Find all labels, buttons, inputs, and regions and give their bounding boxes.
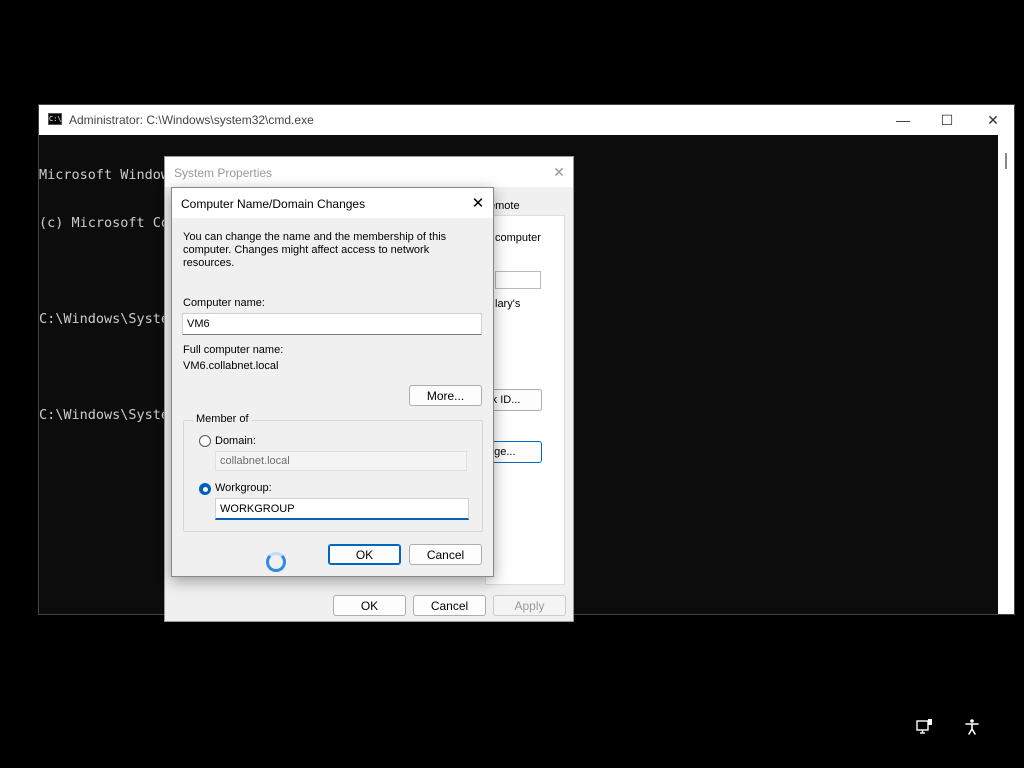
maximize-button[interactable]: ☐ (924, 105, 970, 135)
close-button[interactable]: ✕ (970, 105, 1016, 135)
system-properties-titlebar[interactable]: System Properties ✕ (165, 157, 573, 187)
computer-name-dialog: Computer Name/Domain Changes ✕ You can c… (171, 187, 494, 577)
domain-radio[interactable] (199, 435, 211, 447)
computer-description-field[interactable] (495, 271, 541, 289)
workgroup-label[interactable]: Workgroup: (215, 482, 272, 494)
workgroup-input[interactable]: WORKGROUP (215, 498, 469, 520)
computer-name-input[interactable]: VM6 (182, 313, 482, 335)
cancel-button[interactable]: Cancel (409, 544, 482, 565)
cmd-titlebar[interactable]: C:\ Administrator: C:\Windows\system32\c… (39, 105, 1014, 135)
cmd-app-icon: C:\ (48, 113, 62, 125)
domain-input: collabnet.local (215, 451, 467, 471)
cmd-scrollbar[interactable] (998, 135, 1014, 614)
full-computer-name-label: Full computer name: (183, 344, 284, 356)
system-properties-title: System Properties (174, 166, 273, 180)
dialog-description: You can change the name and the membersh… (183, 231, 447, 269)
more-button[interactable]: More... (409, 385, 482, 406)
full-computer-name-value: VM6.collabnet.local (183, 360, 279, 372)
description-text: lary's (495, 298, 521, 310)
accessibility-icon[interactable] (962, 717, 982, 737)
apply-button: Apply (493, 595, 566, 616)
ok-button[interactable]: OK (328, 544, 401, 565)
computer-name-label: Computer name: (183, 297, 265, 309)
ok-button[interactable]: OK (333, 595, 406, 616)
close-icon[interactable]: ✕ (547, 161, 571, 183)
scrollbar-thumb[interactable] (1005, 153, 1007, 169)
member-of-label: Member of (193, 413, 252, 425)
close-icon[interactable]: ✕ (466, 192, 490, 214)
workgroup-radio[interactable] (199, 483, 211, 495)
description-text: computer (495, 232, 541, 244)
cancel-button[interactable]: Cancel (413, 595, 486, 616)
minimize-button[interactable]: — (880, 105, 926, 135)
computer-name-titlebar[interactable]: Computer Name/Domain Changes ✕ (172, 188, 493, 218)
member-of-group: Member of Domain: collabnet.local Workgr… (183, 413, 483, 532)
dialog-title: Computer Name/Domain Changes (181, 197, 366, 211)
busy-spinner-icon (266, 552, 286, 572)
network-icon[interactable] (914, 717, 934, 737)
cmd-window-title: Administrator: C:\Windows\system32\cmd.e… (69, 113, 314, 127)
domain-label[interactable]: Domain: (215, 435, 256, 447)
